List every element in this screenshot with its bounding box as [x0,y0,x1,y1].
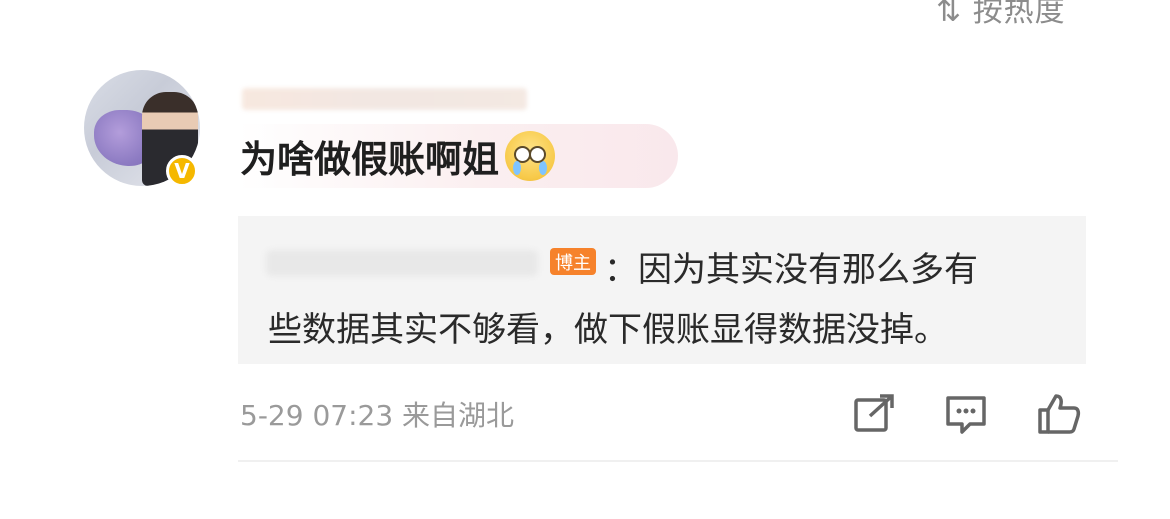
comment-body: 为啥做假账啊姐 [238,124,678,188]
comment-text: 为啥做假账啊姐 [240,138,499,181]
share-icon [854,394,894,432]
timestamp: 5-29 07:23 [240,399,394,432]
sort-label: 按热度 [972,0,1066,29]
comment-icon [946,396,986,434]
divider [238,460,1118,462]
sort-toggle[interactable]: ⇅ 按热度 [936,0,1066,30]
location: 来自湖北 [402,399,515,432]
comment-meta: 5-29 07:23 来自湖北 [240,394,514,434]
like-icon [1038,394,1081,434]
username-redacted[interactable] [242,88,527,110]
blogger-badge: 博主 [550,248,596,275]
like-button[interactable] [1036,392,1082,436]
verified-badge-icon: V [166,155,198,187]
author-reply[interactable]: 博主 ：因为其实没有那么多有 些数据其实不够看，做下假账显得数据没掉。 [238,216,1086,364]
share-button[interactable] [852,392,898,436]
reply-text-line-2: 些数据其实不够看，做下假账显得数据没掉。 [268,310,948,350]
reply-text-line-1: ：因为其实没有那么多有 [604,250,978,290]
crying-face-emoji-icon [505,131,555,181]
comment-button[interactable] [944,392,990,436]
reply-username-redacted [266,250,538,276]
sort-icon: ⇅ [936,0,973,29]
